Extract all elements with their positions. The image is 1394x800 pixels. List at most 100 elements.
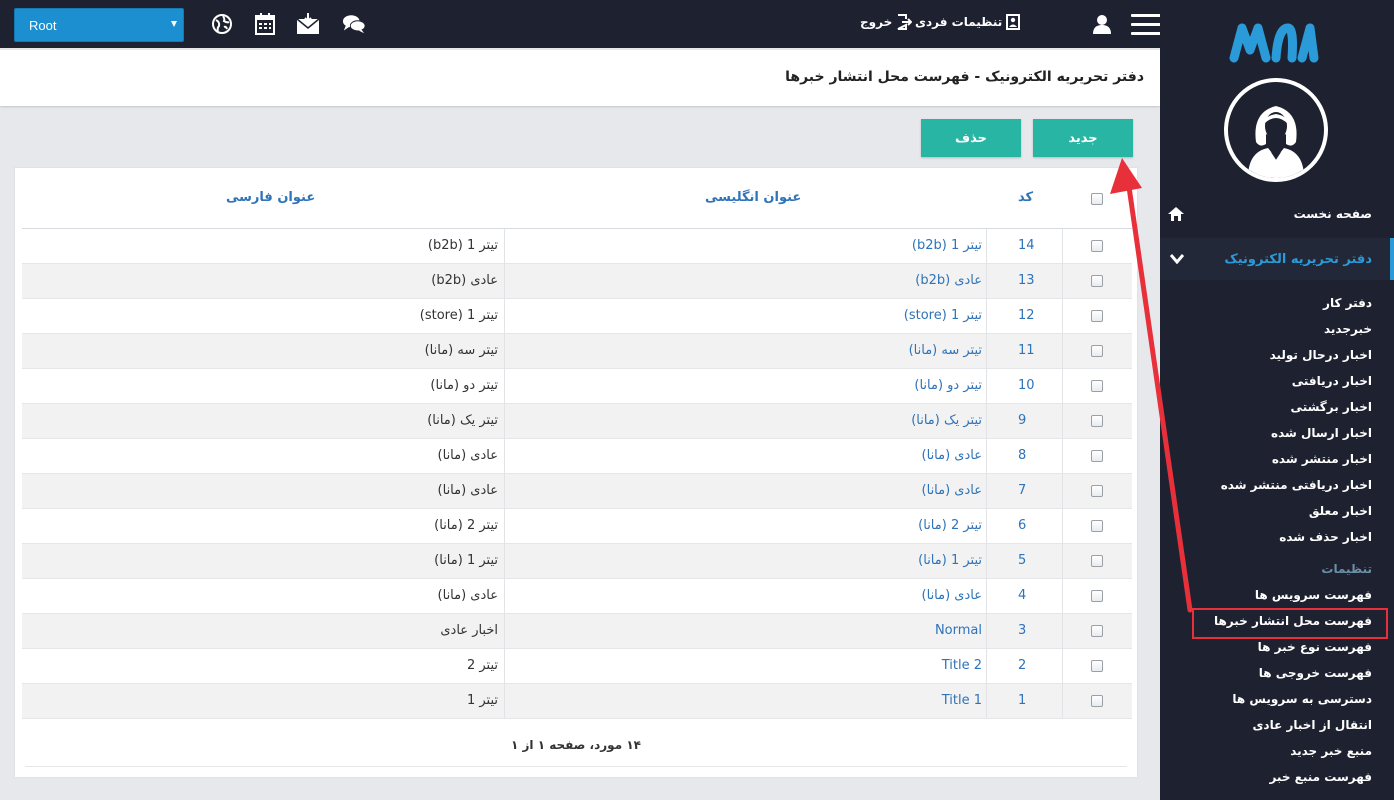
cell-code[interactable]: 5 <box>1018 553 1026 568</box>
personal-settings-link[interactable]: تنظیمات فردی <box>915 14 1021 30</box>
new-button[interactable]: جدید <box>1033 119 1133 157</box>
cell-english-title[interactable]: تیتر 1 (store) <box>904 308 982 323</box>
table-row[interactable]: 2 Title 2 تیتر 2 <box>22 649 1132 684</box>
sidebar-subitem[interactable]: اخبار ارسال شده <box>1168 420 1372 446</box>
row-checkbox[interactable] <box>1091 695 1103 707</box>
sidebar-subitem[interactable]: اخبار دریافتی منتشر شده <box>1168 472 1372 498</box>
cell-code[interactable]: 4 <box>1018 588 1026 603</box>
row-checkbox[interactable] <box>1091 590 1103 602</box>
row-checkbox[interactable] <box>1091 345 1103 357</box>
sidebar-subitem[interactable]: اخبار منتشر شده <box>1168 446 1372 472</box>
sidebar-item-home[interactable]: صفحه نخست <box>1168 207 1372 221</box>
menu-icon[interactable] <box>1131 14 1161 36</box>
cell-persian-title: تیتر 1 (مانا) <box>434 553 498 568</box>
cell-english-title[interactable]: تیتر 1 (b2b) <box>912 238 982 253</box>
pager-info: ۱۴ مورد، صفحه ۱ از ۱ <box>511 738 641 752</box>
row-checkbox[interactable] <box>1091 380 1103 392</box>
row-checkbox[interactable] <box>1091 520 1103 532</box>
sidebar-subitem[interactable]: دفتر کار <box>1168 290 1372 316</box>
sidebar-settings-item[interactable]: دسترسی به سرویس ها <box>1168 686 1372 712</box>
table-row[interactable]: 7 عادی (مانا) عادی (مانا) <box>22 474 1132 509</box>
delete-button[interactable]: حذف <box>921 119 1021 157</box>
sidebar-settings-item[interactable]: فهرست خروجی ها <box>1168 660 1372 686</box>
row-checkbox[interactable] <box>1091 310 1103 322</box>
sidebar-settings-item[interactable]: انتقال از اخبار عادی <box>1168 712 1372 738</box>
table-row[interactable]: 6 تیتر 2 (مانا) تیتر 2 (مانا) <box>22 509 1132 544</box>
table-row[interactable]: 4 عادی (مانا) عادی (مانا) <box>22 579 1132 614</box>
cell-english-title[interactable]: تیتر یک (مانا) <box>911 413 982 428</box>
select-all-checkbox[interactable] <box>1091 193 1103 205</box>
sidebar-subitem[interactable]: اخبار دریافتی <box>1168 368 1372 394</box>
sidebar-settings-item[interactable]: فهرست سرویس ها <box>1168 582 1372 608</box>
sidebar-settings-item[interactable]: فهرست منبع خبر <box>1168 764 1372 790</box>
cell-english-title[interactable]: Normal <box>935 623 982 638</box>
cell-english-title[interactable]: عادی (مانا) <box>922 588 982 603</box>
cell-code[interactable]: 7 <box>1018 483 1026 498</box>
row-checkbox[interactable] <box>1091 415 1103 427</box>
table-row[interactable]: 11 تیتر سه (مانا) تیتر سه (مانا) <box>22 334 1132 369</box>
cell-persian-title: اخبار عادی <box>440 623 498 638</box>
cell-english-title[interactable]: تیتر 2 (مانا) <box>918 518 982 533</box>
sidebar-subitem[interactable]: اخبار معلق <box>1168 498 1372 524</box>
cell-code[interactable]: 3 <box>1018 623 1026 638</box>
cell-english-title[interactable]: Title 1 <box>942 693 982 708</box>
sidebar-subitem[interactable]: اخبار درحال تولید <box>1168 342 1372 368</box>
sidebar-subitem[interactable]: خبرجدید <box>1168 316 1372 342</box>
row-checkbox[interactable] <box>1091 240 1103 252</box>
column-header-english[interactable]: عنوان انگلیسی <box>705 190 801 205</box>
cell-code[interactable]: 10 <box>1018 378 1035 393</box>
cell-code[interactable]: 14 <box>1018 238 1035 253</box>
sidebar-subitem[interactable]: اخبار برگشتی <box>1168 394 1372 420</box>
row-checkbox[interactable] <box>1091 555 1103 567</box>
cell-code[interactable]: 13 <box>1018 273 1035 288</box>
cell-english-title[interactable]: تیتر دو (مانا) <box>914 378 982 393</box>
user-icon[interactable] <box>1090 12 1114 36</box>
row-checkbox[interactable] <box>1091 625 1103 637</box>
table-row[interactable]: 5 تیتر 1 (مانا) تیتر 1 (مانا) <box>22 544 1132 579</box>
sidebar-settings-item[interactable]: منبع خبر جدید <box>1168 738 1372 764</box>
column-header-code[interactable]: کد <box>1018 190 1033 205</box>
cell-english-title[interactable]: تیتر 1 (مانا) <box>918 553 982 568</box>
table-row[interactable]: 10 تیتر دو (مانا) تیتر دو (مانا) <box>22 369 1132 404</box>
cell-english-title[interactable]: عادی (b2b) <box>915 273 982 288</box>
calendar-icon[interactable] <box>253 12 277 36</box>
cell-persian-title: تیتر سه (مانا) <box>424 343 498 358</box>
logout-icon <box>897 14 913 30</box>
content-header: دفتر تحریریه الکترونیک - فهرست محل انتشا… <box>0 50 1160 106</box>
cell-code[interactable]: 9 <box>1018 413 1026 428</box>
cell-english-title[interactable]: Title 2 <box>942 658 982 673</box>
cell-code[interactable]: 6 <box>1018 518 1026 533</box>
logout-link[interactable]: خروج <box>860 14 913 30</box>
cell-english-title[interactable]: تیتر سه (مانا) <box>909 343 982 358</box>
table-row[interactable]: 9 تیتر یک (مانا) تیتر یک (مانا) <box>22 404 1132 439</box>
table-row[interactable]: 8 عادی (مانا) عادی (مانا) <box>22 439 1132 474</box>
row-checkbox[interactable] <box>1091 485 1103 497</box>
table-row[interactable]: 13 عادی (b2b) عادی (b2b) <box>22 264 1132 299</box>
sidebar-subitem[interactable]: اخبار حذف شده <box>1168 524 1372 550</box>
cell-code[interactable]: 12 <box>1018 308 1035 323</box>
root-select[interactable]: Root <box>14 8 184 42</box>
row-checkbox[interactable] <box>1091 660 1103 672</box>
chat-icon[interactable] <box>342 12 366 36</box>
table-row[interactable]: 1 Title 1 تیتر 1 <box>22 684 1132 719</box>
column-header-persian[interactable]: عنوان فارسی <box>226 190 315 205</box>
annotation-highlight-box <box>1192 608 1388 639</box>
cell-code[interactable]: 11 <box>1018 343 1035 358</box>
table-row[interactable]: 12 تیتر 1 (store) تیتر 1 (store) <box>22 299 1132 334</box>
cell-english-title[interactable]: عادی (مانا) <box>922 448 982 463</box>
avatar[interactable] <box>1224 78 1328 182</box>
row-checkbox[interactable] <box>1091 450 1103 462</box>
cell-english-title[interactable]: عادی (مانا) <box>922 483 982 498</box>
sidebar-item-editorial[interactable]: دفتر تحریریه الکترونیک <box>1160 238 1394 280</box>
globe-icon[interactable] <box>210 12 234 36</box>
cell-code[interactable]: 8 <box>1018 448 1026 463</box>
cell-code[interactable]: 1 <box>1018 693 1026 708</box>
cell-code[interactable]: 2 <box>1018 658 1026 673</box>
mail-icon[interactable] <box>296 12 320 36</box>
cell-persian-title: عادی (b2b) <box>431 273 498 288</box>
table-row[interactable]: 14 تیتر 1 (b2b) تیتر 1 (b2b) <box>22 229 1132 264</box>
logout-label: خروج <box>860 15 893 29</box>
table-row[interactable]: 3 Normal اخبار عادی <box>22 614 1132 649</box>
row-checkbox[interactable] <box>1091 275 1103 287</box>
divider <box>25 766 1127 767</box>
